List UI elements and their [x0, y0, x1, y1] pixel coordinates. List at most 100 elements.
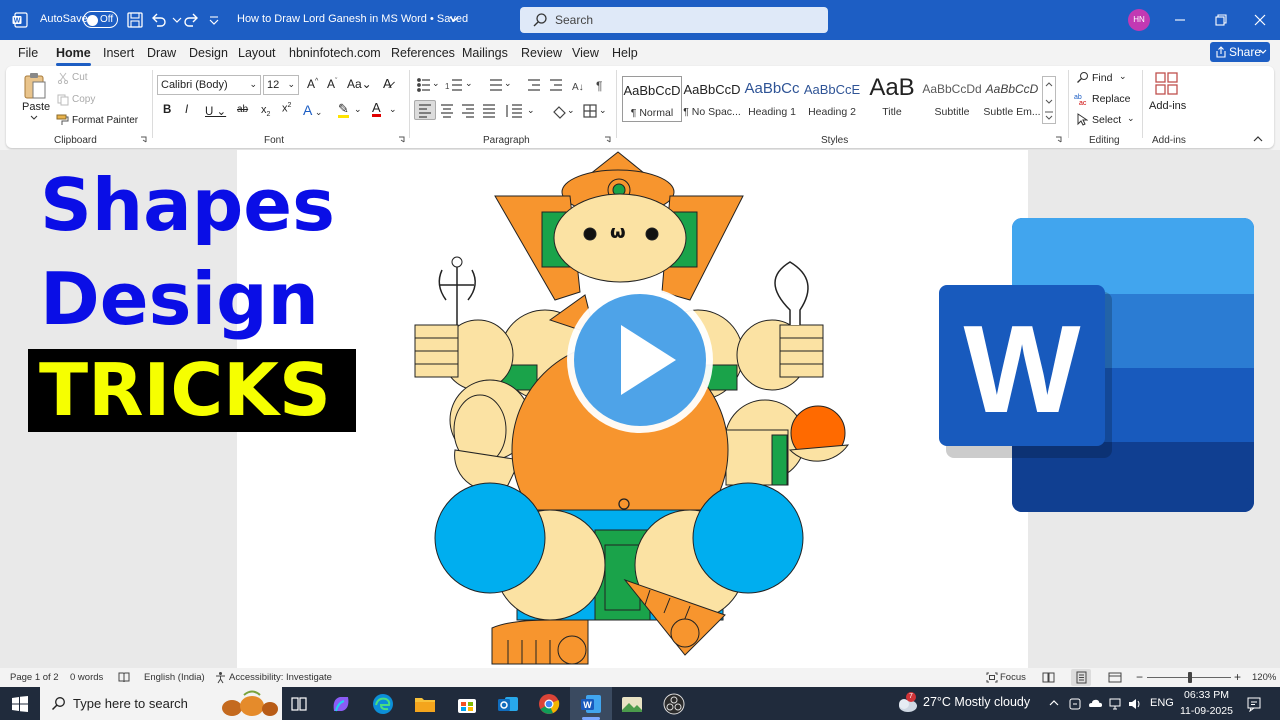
- chrome-icon[interactable]: [536, 691, 562, 717]
- tab-references[interactable]: References: [391, 46, 455, 60]
- chevron-down-icon[interactable]: [447, 12, 461, 26]
- chevron-down-icon[interactable]: ⌄: [1119, 71, 1127, 82]
- tab-hbninfotech[interactable]: hbninfotech.com: [289, 46, 381, 60]
- underline-icon[interactable]: U ⌄: [205, 104, 226, 118]
- chevron-down-icon[interactable]: ⌄: [389, 104, 397, 115]
- network-icon[interactable]: [1108, 697, 1122, 711]
- file-explorer-icon[interactable]: [412, 691, 438, 717]
- multilevel-dropdown-icon[interactable]: ⌄: [504, 78, 512, 89]
- focus-button[interactable]: Focus: [1000, 672, 1026, 683]
- numbering-dropdown-icon[interactable]: ⌄: [465, 78, 473, 89]
- edge-icon[interactable]: [370, 691, 396, 717]
- volume-icon[interactable]: [1128, 697, 1142, 711]
- autosave-toggle[interactable]: Off: [83, 11, 118, 28]
- style-title[interactable]: AaB Title: [862, 74, 922, 122]
- task-view-icon[interactable]: [286, 691, 312, 717]
- tab-mailings[interactable]: Mailings: [462, 46, 508, 60]
- subscript-icon[interactable]: x2: [261, 104, 270, 118]
- paste-icon[interactable]: [23, 72, 47, 100]
- obs-icon[interactable]: [661, 691, 687, 717]
- style-subtitle[interactable]: AaBbCcDd Subtitle: [922, 76, 982, 122]
- style-subtle-emphasis[interactable]: AaBbCcD Subtle Em...: [982, 76, 1042, 122]
- zoom-out-icon[interactable]: −: [1136, 670, 1143, 684]
- borders-dropdown-icon[interactable]: ⌄: [599, 105, 607, 116]
- play-button[interactable]: [567, 287, 713, 433]
- security-icon[interactable]: [1068, 697, 1082, 711]
- dialog-launcher-icon[interactable]: [1055, 136, 1062, 143]
- read-mode-icon[interactable]: [1042, 671, 1055, 684]
- dialog-launcher-icon[interactable]: [398, 136, 405, 143]
- document-title[interactable]: How to Draw Lord Ganesh in MS Word • Sav…: [237, 13, 468, 25]
- photos-icon[interactable]: [619, 691, 645, 717]
- chevron-down-icon[interactable]: ⌄: [1127, 113, 1135, 124]
- clear-formatting-icon[interactable]: A̷: [383, 76, 392, 91]
- chevron-down-icon[interactable]: [30, 115, 38, 121]
- strikethrough-icon[interactable]: ab: [237, 104, 248, 115]
- grow-font-icon[interactable]: A^: [307, 77, 318, 91]
- page-count[interactable]: Page 1 of 2: [10, 672, 59, 683]
- chevron-down-icon[interactable]: ⌄: [354, 104, 362, 115]
- add-ins-icon[interactable]: [1154, 71, 1180, 97]
- customize-qat-icon[interactable]: [205, 11, 223, 29]
- collapse-ribbon-icon[interactable]: [1252, 134, 1264, 144]
- undo-icon[interactable]: [150, 11, 168, 29]
- copy-button[interactable]: Copy: [72, 94, 95, 105]
- italic-icon[interactable]: I: [185, 104, 188, 116]
- taskbar-search-input[interactable]: Type here to search: [40, 687, 282, 720]
- paste-button[interactable]: Paste: [22, 101, 50, 113]
- superscript-icon[interactable]: x2: [282, 102, 291, 115]
- tab-draw[interactable]: Draw: [147, 46, 176, 60]
- tab-help[interactable]: Help: [612, 46, 638, 60]
- clock-date[interactable]: 11-09-2025: [1180, 705, 1233, 717]
- onedrive-icon[interactable]: [1087, 697, 1103, 709]
- zoom-level[interactable]: 120%: [1252, 672, 1276, 683]
- add-ins-button[interactable]: Add-ins: [1149, 100, 1186, 112]
- language-indicator[interactable]: English (India): [144, 672, 205, 683]
- proofing-icon[interactable]: [118, 672, 130, 683]
- restore-icon[interactable]: [1210, 10, 1230, 30]
- tab-file[interactable]: File: [18, 46, 38, 60]
- tab-layout[interactable]: Layout: [238, 46, 276, 60]
- shrink-font-icon[interactable]: Aˇ: [327, 77, 337, 91]
- show-hidden-icons-icon[interactable]: [1048, 698, 1060, 708]
- dialog-launcher-icon[interactable]: [140, 136, 147, 143]
- style-no-spacing[interactable]: AaBbCcD ¶ No Spac...: [682, 76, 742, 122]
- avatar[interactable]: HN: [1128, 9, 1150, 31]
- change-case-icon[interactable]: Aa⌄: [347, 77, 372, 91]
- cut-button[interactable]: Cut: [72, 72, 88, 83]
- outlook-icon[interactable]: [495, 691, 521, 717]
- zoom-in-icon[interactable]: +: [1234, 670, 1241, 684]
- tab-view[interactable]: View: [572, 46, 599, 60]
- font-size-select[interactable]: 12 ⌄: [263, 75, 299, 95]
- tab-home[interactable]: Home: [56, 46, 91, 66]
- tab-design[interactable]: Design: [189, 46, 228, 60]
- minimize-icon[interactable]: [1170, 10, 1190, 30]
- styles-scroll[interactable]: [1042, 76, 1056, 124]
- web-layout-icon[interactable]: [1108, 671, 1122, 684]
- bold-icon[interactable]: B: [163, 104, 171, 116]
- text-effects-icon[interactable]: A ⌄: [303, 102, 322, 118]
- replace-button[interactable]: Replace: [1092, 93, 1131, 105]
- dialog-launcher-icon[interactable]: [604, 136, 611, 143]
- copilot-icon[interactable]: [328, 691, 354, 717]
- close-icon[interactable]: [1250, 10, 1270, 30]
- bullets-dropdown-icon[interactable]: ⌄: [432, 78, 440, 89]
- word-count[interactable]: 0 words: [70, 672, 103, 683]
- line-spacing-dropdown-icon[interactable]: ⌄: [527, 105, 535, 116]
- style-heading-2[interactable]: AaBbCcE Heading 2: [802, 76, 862, 122]
- font-color-icon[interactable]: A: [372, 101, 381, 117]
- tab-review[interactable]: Review: [521, 46, 562, 60]
- notifications-icon[interactable]: [1246, 696, 1262, 712]
- store-icon[interactable]: [454, 691, 480, 717]
- accessibility-status[interactable]: Accessibility: Investigate: [229, 672, 332, 683]
- windows-start-icon[interactable]: [12, 696, 28, 712]
- save-icon[interactable]: [126, 11, 144, 29]
- zoom-slider-thumb[interactable]: [1188, 672, 1192, 683]
- tab-insert[interactable]: Insert: [103, 46, 134, 60]
- style-normal[interactable]: AaBbCcD ¶ Normal: [622, 76, 682, 122]
- style-heading-1[interactable]: AaBbCc Heading 1: [742, 76, 802, 122]
- share-button[interactable]: Share: [1210, 42, 1270, 62]
- search-input[interactable]: Search: [520, 7, 828, 33]
- shading-dropdown-icon[interactable]: ⌄: [567, 105, 575, 116]
- find-button[interactable]: Find: [1092, 72, 1112, 84]
